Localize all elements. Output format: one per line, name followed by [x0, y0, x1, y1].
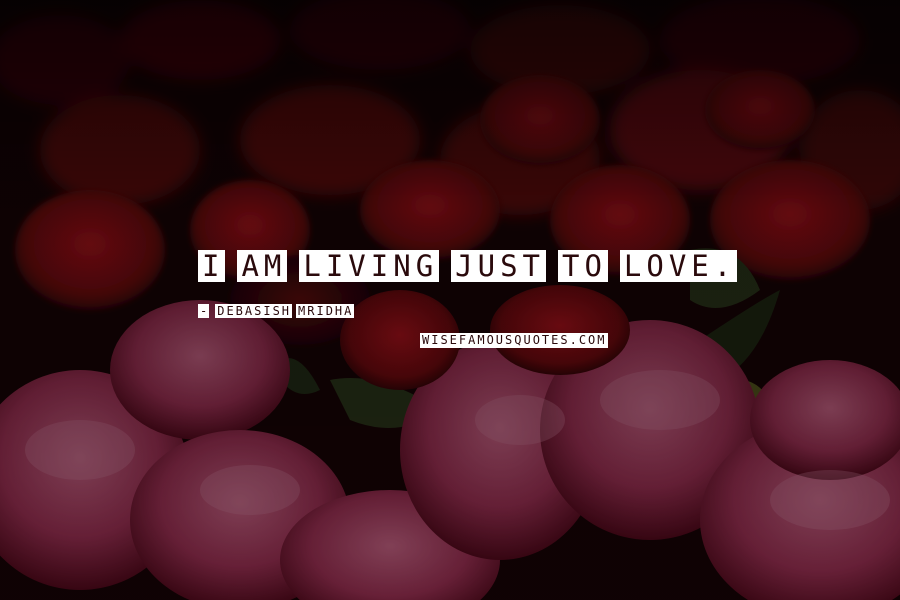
quote-word: LIVING	[299, 250, 440, 282]
site-watermark: WISEFAMOUSQUOTES.COM	[420, 333, 608, 348]
quote-author: - DEBASISH MRIDHA	[198, 304, 355, 318]
author-name-part: MRIDHA	[296, 304, 355, 318]
author-dash: -	[198, 304, 210, 318]
rose-petals-background	[0, 0, 900, 600]
quote-word: TO	[558, 250, 608, 282]
author-name: DEBASISH MRIDHA	[215, 304, 355, 318]
quote-word: I	[198, 250, 226, 282]
quote-word: AM	[237, 250, 288, 282]
quote-word: JUST	[451, 250, 546, 282]
quote-word: LOVE.	[619, 250, 738, 282]
quote-image: I AM LIVING JUST TO LOVE. - DEBASISH MRI…	[0, 0, 900, 600]
quote-text: I AM LIVING JUST TO LOVE.	[198, 250, 738, 282]
author-name-part: DEBASISH	[215, 304, 293, 318]
